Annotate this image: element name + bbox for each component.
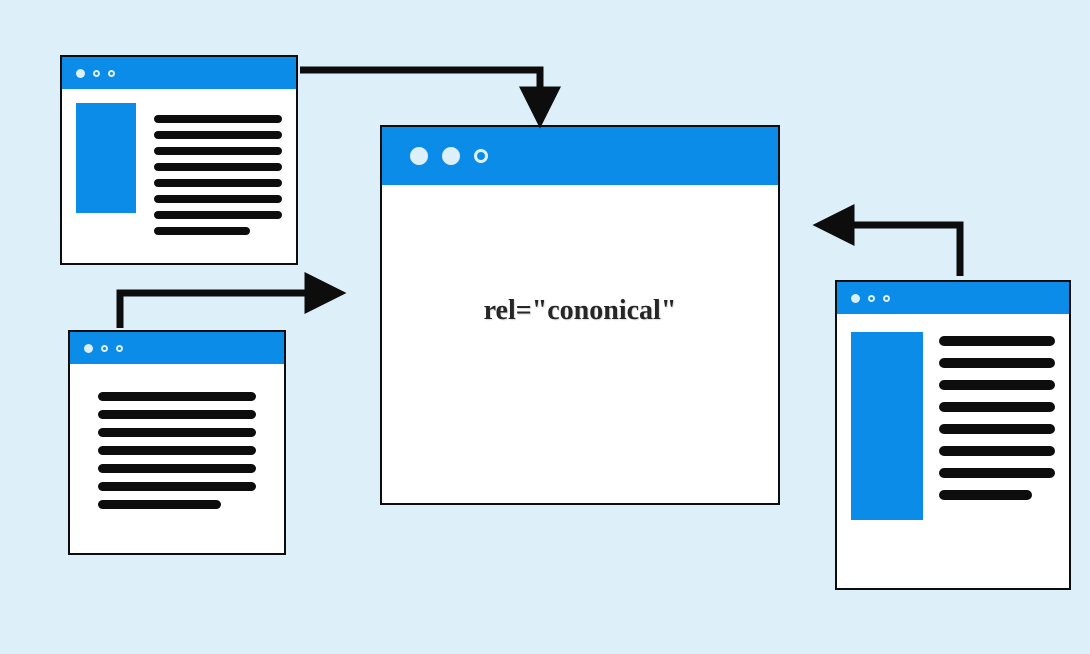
titlebar: [70, 332, 284, 364]
arrow-tl-to-center: [300, 70, 540, 118]
window-dot-icon: [868, 295, 875, 302]
window-dot-icon: [76, 69, 85, 78]
window-dot-icon: [108, 70, 115, 77]
text-lines: [154, 103, 282, 235]
arrow-bl-to-center: [120, 293, 336, 328]
window-dot-icon: [410, 147, 428, 165]
window-dot-icon: [883, 295, 890, 302]
window-content: rel="cononical": [382, 185, 778, 503]
content-block: [76, 103, 136, 213]
window-content: [62, 89, 296, 249]
window-dot-icon: [442, 147, 460, 165]
arrow-right-to-center: [823, 225, 960, 276]
window-dot-icon: [93, 70, 100, 77]
window-dot-icon: [101, 345, 108, 352]
canonical-label: rel="cononical": [484, 295, 677, 327]
window-dot-icon: [474, 149, 488, 163]
content-block: [851, 332, 923, 520]
text-lines: [939, 332, 1055, 520]
window-top-left: [60, 55, 298, 265]
window-dot-icon: [851, 294, 860, 303]
titlebar: [837, 282, 1069, 314]
window-right: [835, 280, 1071, 590]
window-bottom-left: [68, 330, 286, 555]
titlebar: [382, 127, 778, 185]
window-dot-icon: [84, 344, 93, 353]
window-content: [70, 364, 284, 527]
titlebar: [62, 57, 296, 89]
window-dot-icon: [116, 345, 123, 352]
window-canonical: rel="cononical": [380, 125, 780, 505]
window-content: [837, 314, 1069, 538]
